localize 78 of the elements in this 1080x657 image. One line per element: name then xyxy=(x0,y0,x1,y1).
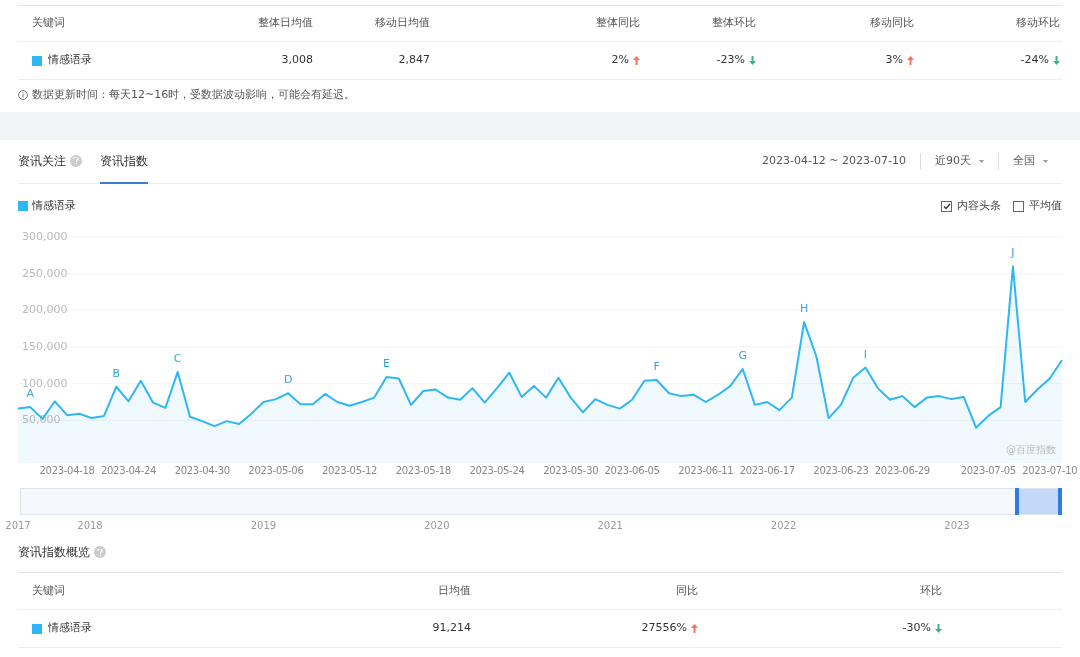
axis-label: 2023-04-30 xyxy=(174,465,230,476)
caret-icon xyxy=(979,160,984,163)
column-header: 整体日均值 xyxy=(257,15,313,32)
year-label: 2020 xyxy=(424,520,450,531)
axis-label: 2023-05-24 xyxy=(469,465,525,476)
axis-label: 2023-07-10 xyxy=(1022,465,1078,476)
event-marker[interactable]: A xyxy=(26,387,35,401)
axis-label: 2023-06-05 xyxy=(604,465,660,476)
axis-label: 2023-07-05 xyxy=(960,465,1016,476)
table-cell: 27556% xyxy=(641,620,687,637)
info-icon xyxy=(18,90,28,100)
axis-label: 2023-05-18 xyxy=(395,465,451,476)
event-marker[interactable]: E xyxy=(383,357,390,371)
table-cell: 91,214 xyxy=(432,620,471,637)
axis-label: 50,000 xyxy=(22,413,61,427)
axis-label: 2023-06-23 xyxy=(813,465,869,476)
event-marker[interactable]: G xyxy=(738,349,747,362)
note-text: 数据更新时间：每天12~16时，受数据波动影响，可能会有延迟。 xyxy=(32,86,356,103)
column-header: 日均值 xyxy=(437,582,471,599)
section-title: 资讯指数概览 xyxy=(18,544,90,561)
timeline-navigator[interactable] xyxy=(20,488,1062,515)
checkbox[interactable]: 平均值 xyxy=(1013,197,1062,215)
axis-label: 200,000 xyxy=(22,303,68,317)
keyword-text: 情感语录 xyxy=(48,620,92,637)
help-icon[interactable] xyxy=(70,154,82,167)
keyword-text: 情感语录 xyxy=(48,52,92,69)
column-header: 关键词 xyxy=(31,15,66,32)
event-marker[interactable]: F xyxy=(653,360,660,373)
dropdown[interactable]: 近90天 xyxy=(920,153,998,170)
table-cell: 2% xyxy=(611,52,629,69)
check-icon xyxy=(942,202,951,210)
table-cell: 3,008 xyxy=(281,52,313,69)
tab[interactable]: 资讯关注 xyxy=(18,139,82,184)
axis-label: 2023-04-24 xyxy=(101,465,157,476)
column-header: 整体环比 xyxy=(711,15,756,32)
column-header: 移动环比 xyxy=(1015,15,1060,32)
event-marker[interactable]: D xyxy=(283,373,293,387)
column-header: 环比 xyxy=(919,582,942,599)
year-label: 2019 xyxy=(250,520,277,531)
axis-label: 150,000 xyxy=(22,340,68,353)
axis-label: 2023-06-29 xyxy=(874,465,930,476)
axis-label: 2023-05-06 xyxy=(248,465,304,476)
source-label: @百度指数 xyxy=(1006,444,1056,455)
column-header: 同比 xyxy=(675,582,698,599)
checkbox[interactable]: 内容头条 xyxy=(941,197,1001,215)
table-cell: -24% xyxy=(1020,52,1049,69)
table-cell: 2,847 xyxy=(398,52,430,69)
date-range[interactable]: 2023-04-12 ~ 2023-07-10 xyxy=(761,153,920,170)
year-label: 2021 xyxy=(597,520,623,531)
event-marker[interactable]: B xyxy=(112,366,121,380)
column-header: 整体同比 xyxy=(595,15,640,32)
tab[interactable]: 资讯指数 xyxy=(100,139,148,184)
legend-label: 情感语录 xyxy=(32,197,76,214)
axis-label: 2023-06-11 xyxy=(678,465,734,476)
event-marker[interactable]: C xyxy=(173,351,182,365)
event-marker[interactable]: J xyxy=(1011,246,1015,260)
event-marker[interactable]: H xyxy=(799,302,809,316)
column-header: 移动日均值 xyxy=(374,15,430,32)
help-icon[interactable] xyxy=(94,546,106,558)
caret-icon xyxy=(1043,160,1048,163)
axis-label: 300,000 xyxy=(22,230,68,243)
year-label: 2018 xyxy=(77,520,103,531)
table-cell: 3% xyxy=(885,52,903,69)
dropdown[interactable]: 全国 xyxy=(998,153,1062,170)
year-label: 2023 xyxy=(944,520,970,531)
axis-label: 2023-05-12 xyxy=(322,465,378,476)
table-cell: -23% xyxy=(716,52,745,69)
column-header: 移动同比 xyxy=(869,15,914,32)
year-label: 2017 xyxy=(5,520,31,531)
axis-label: 2023-05-30 xyxy=(543,465,599,476)
axis-label: 100,000 xyxy=(22,376,68,390)
event-marker[interactable]: I xyxy=(863,347,868,361)
column-header: 关键词 xyxy=(31,582,66,599)
axis-label: 2023-06-17 xyxy=(739,465,795,476)
year-label: 2022 xyxy=(770,520,797,531)
axis-label: 250,000 xyxy=(22,266,68,280)
table-cell: -30% xyxy=(902,620,931,637)
axis-label: 2023-04-18 xyxy=(39,465,95,476)
